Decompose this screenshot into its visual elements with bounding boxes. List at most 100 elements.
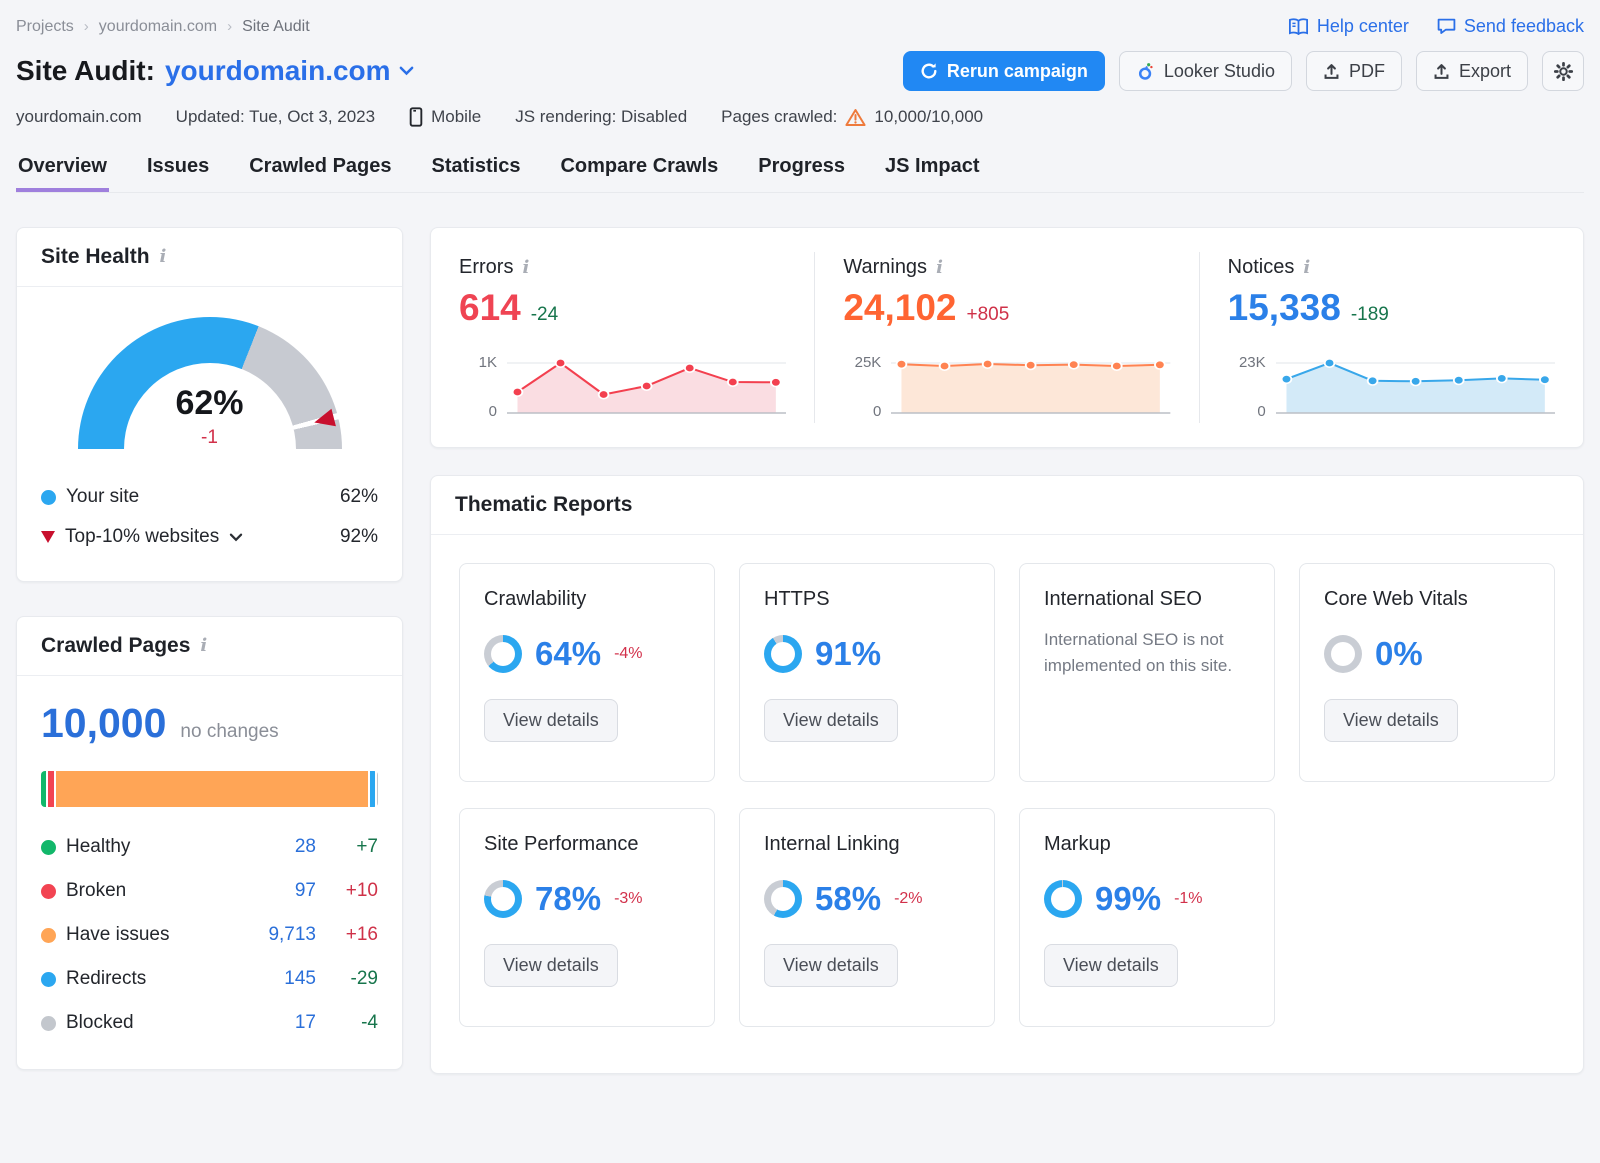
breadcrumb-projects[interactable]: Projects	[16, 18, 74, 36]
blocked-delta: -4	[326, 1012, 378, 1034]
crawled-pages-total[interactable]: 10,000	[41, 700, 166, 747]
warnings-section: Warnings 24,102 +805 25K 0	[815, 228, 1198, 447]
tab-js-impact[interactable]: JS Impact	[883, 155, 981, 192]
redirects-label: Redirects	[66, 968, 240, 990]
crawlability-donut	[484, 635, 522, 673]
bar-segment-healthy[interactable]	[41, 771, 46, 807]
have-issues-dot	[41, 928, 56, 943]
bar-segment-have-issues[interactable]	[56, 771, 368, 807]
view-details-button[interactable]: View details	[1044, 944, 1178, 987]
notices-label: Notices	[1228, 256, 1295, 279]
mobile-phone-icon	[409, 107, 423, 127]
notices-value[interactable]: 15,338	[1228, 287, 1341, 329]
info-icon[interactable]	[522, 259, 529, 277]
header-actions: Rerun campaign Looker Studio PDF Export	[903, 51, 1584, 91]
view-details-button[interactable]: View details	[1324, 699, 1458, 742]
tab-crawled-pages[interactable]: Crawled Pages	[247, 155, 393, 192]
thematic-reports-grid: Crawlability 64% -4% View details HTTPS …	[431, 535, 1583, 1073]
bar-segment-blocked[interactable]	[377, 771, 378, 807]
legend-row-your-site: Your site 62%	[41, 477, 378, 517]
looker-studio-button[interactable]: Looker Studio	[1119, 51, 1292, 91]
settings-button[interactable]	[1542, 51, 1584, 91]
meta-row: yourdomain.com Updated: Tue, Oct 3, 2023…	[16, 107, 1584, 127]
tab-bar: Overview Issues Crawled Pages Statistics…	[16, 155, 1584, 193]
broken-value[interactable]: 97	[250, 880, 316, 902]
axis-bottom-label: 0	[489, 403, 497, 420]
help-center-link[interactable]: Help center	[1288, 16, 1409, 37]
notices-trend-line	[1276, 349, 1555, 421]
legend-row-have-issues: Have issues 9,713 +16	[41, 913, 378, 957]
errors-value[interactable]: 614	[459, 287, 521, 329]
crawlability-percent: 64%	[535, 635, 601, 673]
view-details-button[interactable]: View details	[484, 944, 618, 987]
warnings-chart: 25K 0	[843, 349, 1170, 421]
meta-js-rendering: JS rendering: Disabled	[515, 107, 687, 127]
send-feedback-link[interactable]: Send feedback	[1437, 16, 1584, 37]
info-icon[interactable]	[160, 248, 167, 266]
content: Site Health 62% -1 Your site 62%	[16, 227, 1584, 1074]
view-details-button[interactable]: View details	[764, 944, 898, 987]
warnings-label-row: Warnings	[843, 256, 1170, 279]
rerun-campaign-label: Rerun campaign	[947, 61, 1088, 82]
page-title: Site Audit: yourdomain.com	[16, 55, 414, 87]
errors-trend-line	[507, 349, 786, 421]
your-site-value: 62%	[340, 486, 378, 508]
view-details-button[interactable]: View details	[764, 699, 898, 742]
https-percent: 91%	[815, 635, 881, 673]
tab-overview[interactable]: Overview	[16, 155, 109, 192]
healthy-dot	[41, 840, 56, 855]
info-icon[interactable]	[936, 259, 943, 277]
site-performance-donut	[484, 880, 522, 918]
refresh-icon	[920, 62, 938, 80]
site-health-header: Site Health	[17, 228, 402, 287]
errors-delta: -24	[531, 304, 558, 326]
warnings-trend-line	[891, 349, 1170, 421]
tab-statistics[interactable]: Statistics	[430, 155, 523, 192]
help-center-label: Help center	[1317, 16, 1409, 37]
card-title: Markup	[1044, 833, 1250, 856]
export-button[interactable]: Export	[1416, 51, 1528, 91]
core-web-vitals-donut	[1324, 635, 1362, 673]
meta-device-label: Mobile	[431, 107, 481, 127]
pdf-button[interactable]: PDF	[1306, 51, 1402, 91]
breadcrumb-domain[interactable]: yourdomain.com	[99, 18, 217, 36]
have-issues-value[interactable]: 9,713	[250, 924, 316, 946]
bar-segment-broken[interactable]	[48, 771, 53, 807]
looker-studio-icon	[1136, 62, 1155, 81]
info-icon[interactable]	[1303, 259, 1310, 277]
thematic-reports-title: Thematic Reports	[455, 493, 632, 517]
domain-selector[interactable]: yourdomain.com	[165, 55, 414, 87]
axis-bottom-label: 0	[1257, 403, 1265, 420]
site-performance-percent: 78%	[535, 880, 601, 918]
errors-section: Errors 614 -24 1K 0	[431, 228, 814, 447]
tab-progress[interactable]: Progress	[756, 155, 847, 192]
site-health-panel: Site Health 62% -1 Your site 62%	[16, 227, 403, 582]
legend-row-blocked: Blocked 17 -4	[41, 1001, 378, 1045]
card-title: Crawlability	[484, 588, 690, 611]
top10-dropdown[interactable]	[229, 533, 243, 542]
healthy-value[interactable]: 28	[250, 836, 316, 858]
bar-segment-redirects[interactable]	[370, 771, 375, 807]
top-links: Help center Send feedback	[1288, 16, 1584, 37]
rerun-campaign-button[interactable]: Rerun campaign	[903, 51, 1105, 91]
errors-axis: 1K 0	[459, 349, 507, 421]
notices-axis: 23K 0	[1228, 349, 1276, 421]
chevron-down-icon	[229, 533, 243, 542]
blocked-value[interactable]: 17	[250, 1012, 316, 1034]
info-icon[interactable]	[200, 637, 207, 655]
view-details-button[interactable]: View details	[484, 699, 618, 742]
tab-issues[interactable]: Issues	[145, 155, 211, 192]
redirects-value[interactable]: 145	[250, 968, 316, 990]
crawled-pages-stacked-bar	[41, 771, 378, 807]
site-health-score: 62%	[78, 384, 342, 423]
card-title: HTTPS	[764, 588, 970, 611]
legend-row-redirects: Redirects 145 -29	[41, 957, 378, 1001]
pages-crawled-value: 10,000/10,000	[874, 107, 983, 127]
warnings-value[interactable]: 24,102	[843, 287, 956, 329]
pages-crawled-label: Pages crawled:	[721, 107, 837, 127]
chevron-down-icon	[399, 66, 414, 76]
breadcrumb-site-audit: Site Audit	[242, 18, 310, 36]
benchmark-triangle-icon	[41, 531, 55, 543]
send-feedback-label: Send feedback	[1464, 16, 1584, 37]
tab-compare-crawls[interactable]: Compare Crawls	[558, 155, 720, 192]
